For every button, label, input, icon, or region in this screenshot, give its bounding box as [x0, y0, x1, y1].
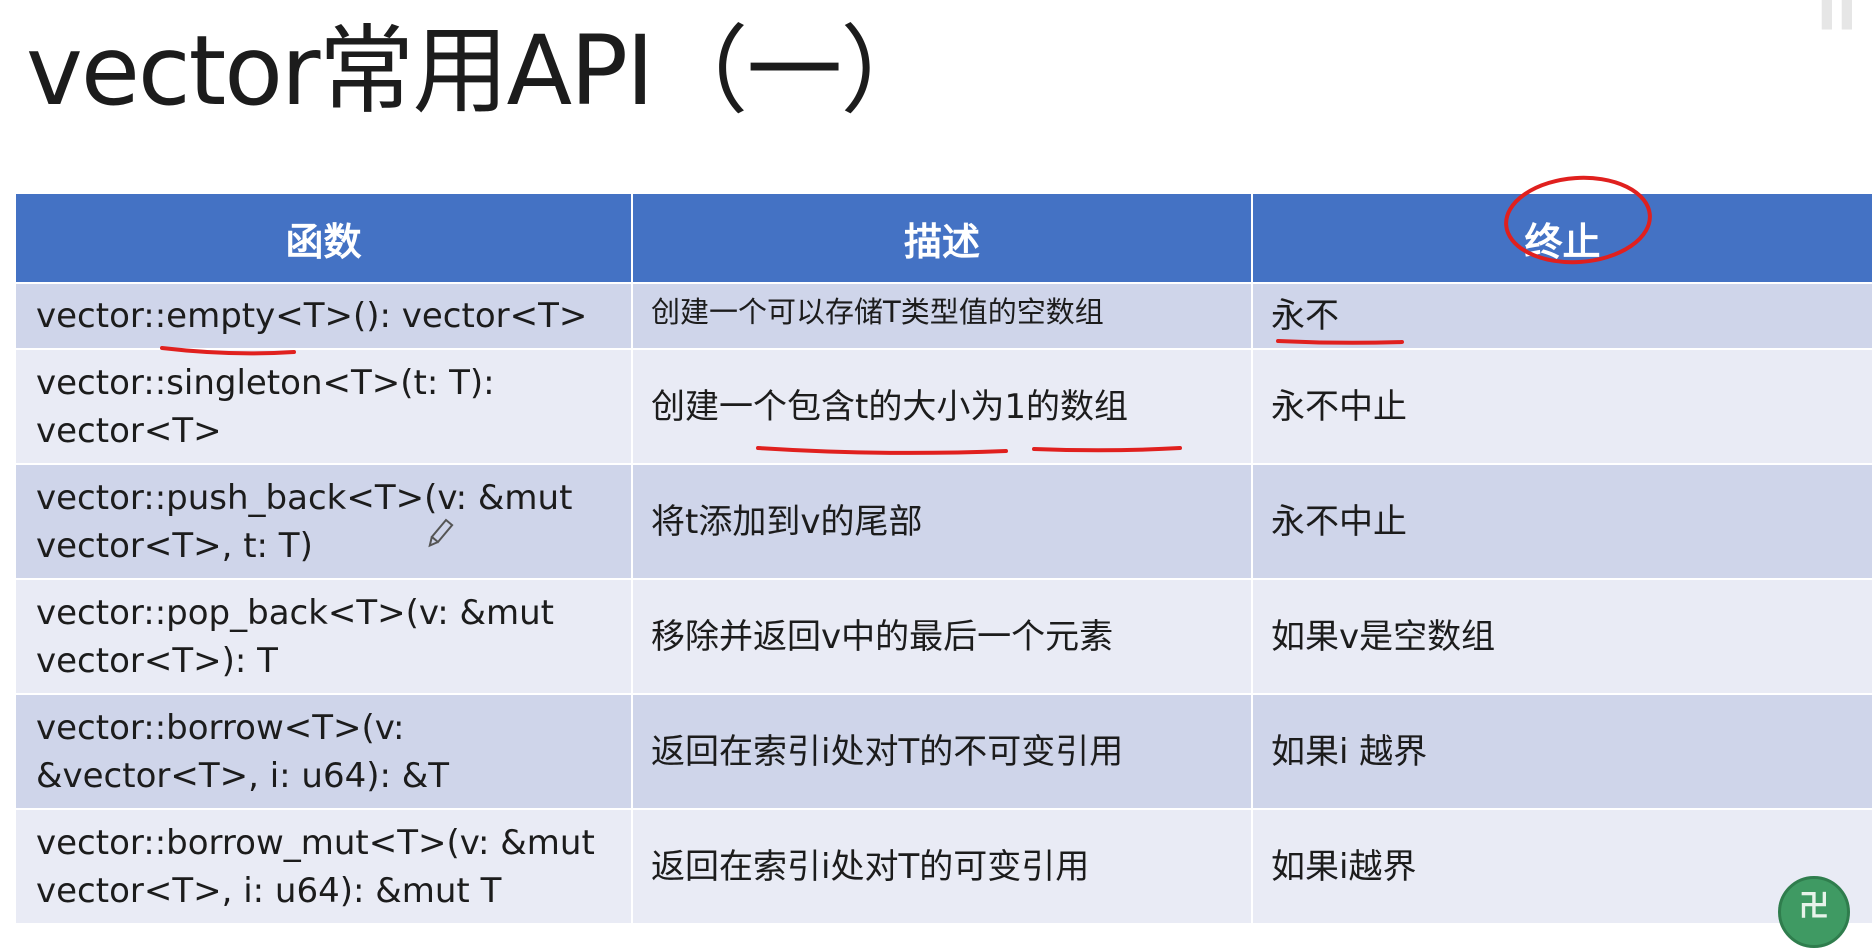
- abort-cell: 如果v是空数组: [1251, 578, 1874, 695]
- description-cell: 创建一个包含t的大小为1的数组: [631, 348, 1253, 465]
- table-row: vector::borrow_mut<T>(v: &mut vector<T>,…: [14, 808, 1874, 925]
- abort-cell: 永不中止: [1251, 348, 1874, 465]
- header-description: 描述: [631, 192, 1253, 284]
- slide-title: vector常用API（一）: [26, 15, 936, 127]
- abort-cell: 永不中止: [1251, 463, 1874, 580]
- description-cell: 将t添加到v的尾部: [631, 463, 1253, 580]
- function-cell: vector::push_back<T>(v: &mut vector<T>, …: [14, 463, 633, 580]
- description-cell: 返回在索引i处对T的可变引用: [631, 808, 1253, 925]
- table-header-row: 函数 描述 终止: [14, 192, 1874, 284]
- abort-cell: 永不: [1251, 282, 1874, 350]
- description-cell: 创建一个可以存储T类型值的空数组: [631, 282, 1253, 350]
- header-function: 函数: [14, 192, 633, 284]
- table-row: vector::pop_back<T>(v: &mut vector<T>): …: [14, 578, 1874, 695]
- channel-logo-icon: 卍: [1778, 876, 1850, 948]
- api-table: 函数 描述 终止 vector::empty<T>(): vector<T> 创…: [14, 192, 1874, 925]
- abort-cell: 如果i 越界: [1251, 693, 1874, 810]
- description-cell: 返回在索引i处对T的不可变引用: [631, 693, 1253, 810]
- watermark-icon: ▌▌: [1822, 0, 1862, 30]
- table-row: vector::borrow<T>(v: &vector<T>, i: u64)…: [14, 693, 1874, 810]
- function-cell: vector::empty<T>(): vector<T>: [14, 282, 633, 350]
- description-cell: 移除并返回v中的最后一个元素: [631, 578, 1253, 695]
- function-cell: vector::borrow<T>(v: &vector<T>, i: u64)…: [14, 693, 633, 810]
- function-cell: vector::singleton<T>(t: T): vector<T>: [14, 348, 633, 465]
- function-cell: vector::pop_back<T>(v: &mut vector<T>): …: [14, 578, 633, 695]
- function-cell: vector::borrow_mut<T>(v: &mut vector<T>,…: [14, 808, 633, 925]
- header-abort: 终止: [1251, 192, 1874, 284]
- table-row: vector::push_back<T>(v: &mut vector<T>, …: [14, 463, 1874, 580]
- table-row: vector::empty<T>(): vector<T> 创建一个可以存储T类…: [14, 282, 1874, 350]
- table-row: vector::singleton<T>(t: T): vector<T> 创建…: [14, 348, 1874, 465]
